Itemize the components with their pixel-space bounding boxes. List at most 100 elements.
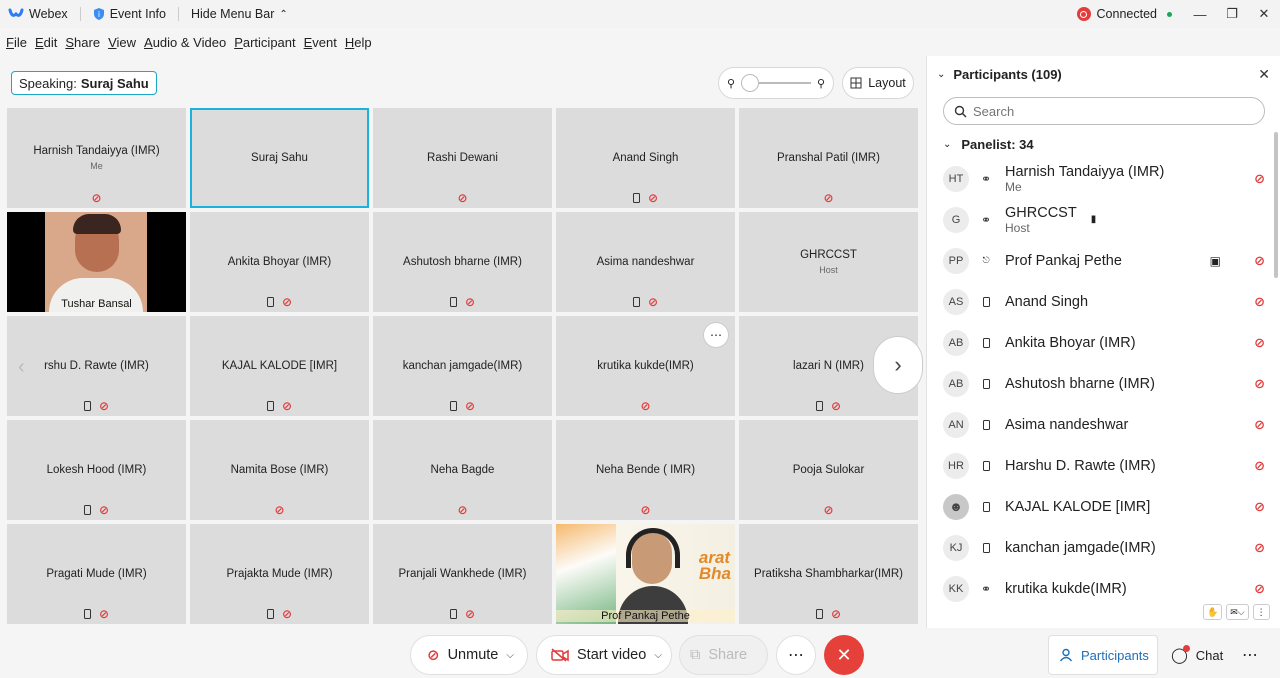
previous-page-icon[interactable]: ‹ <box>18 356 25 379</box>
menu-participant[interactable]: Participant <box>234 35 295 50</box>
raise-hand-button[interactable]: ✋ <box>1203 604 1223 620</box>
participant-row[interactable]: HR Harshu D. Rawte (IMR) ⊘ <box>943 445 1265 486</box>
menu-help[interactable]: Help <box>345 35 372 50</box>
start-video-button[interactable]: Start video ⌵ <box>536 635 672 675</box>
participant-name: KAJAL KALODE [IMR] <box>1005 498 1151 515</box>
video-tile[interactable]: Pooja Sulokar ⊘ <box>739 420 918 520</box>
video-tile[interactable]: KAJAL KALODE [IMR] ⊘ <box>190 316 369 416</box>
collapse-chevron-icon[interactable]: ⌄ <box>937 69 945 80</box>
tile-status: ⊘ <box>556 296 735 308</box>
video-tile[interactable]: Namita Bose (IMR) ⊘ <box>190 420 369 520</box>
video-feed <box>45 212 147 312</box>
video-tile[interactable]: GHRCCST Host <box>739 212 918 312</box>
mic-muted-icon[interactable]: ⊘ <box>1254 540 1265 556</box>
panelist-section-header[interactable]: ⌄ Panelist: 34 <box>943 137 1034 152</box>
minimize-button[interactable]: — <box>1184 0 1216 28</box>
participant-row[interactable]: AN Asima nandeshwar ⊘ <box>943 404 1265 445</box>
participant-row[interactable]: HT ⚭ Harnish Tandaiyya (IMR) Me ⊘ <box>943 158 1265 199</box>
panel-scrollbar[interactable] <box>1274 132 1278 278</box>
mic-muted-icon[interactable]: ⊘ <box>1254 253 1265 269</box>
video-tile[interactable]: Lokesh Hood (IMR) ⊘ <box>7 420 186 520</box>
panel-header: ⌄ Participants (109) <box>937 67 1062 82</box>
mic-muted-icon[interactable]: ⊘ <box>1254 581 1265 597</box>
menu-edit[interactable]: Edit <box>35 35 57 50</box>
next-page-button[interactable]: › <box>873 336 923 394</box>
video-tile[interactable]: rshu D. Rawte (IMR) ⊘ <box>7 316 186 416</box>
tile-name: Tushar Bansal <box>61 298 132 310</box>
video-tile-live[interactable]: arat Bha Prof Pankaj Pethe <box>556 524 735 624</box>
menu-share[interactable]: Share <box>65 35 100 50</box>
mic-muted-icon[interactable]: ⊘ <box>1254 335 1265 351</box>
mic-muted-icon: ⊘ <box>464 295 476 309</box>
menu-audio-video[interactable]: Audio & Video <box>144 35 226 50</box>
tile-name: Rashi Dewani <box>427 152 498 164</box>
mic-muted-icon[interactable]: ⊘ <box>1254 171 1265 187</box>
mic-muted-icon: ⊘ <box>830 607 842 621</box>
video-tile-live[interactable]: Tushar Bansal <box>7 212 186 312</box>
unmute-button[interactable]: ⊘ Unmute ⌵ <box>410 635 528 675</box>
participant-row[interactable]: ☻ KAJAL KALODE [IMR] ⊘ <box>943 486 1265 527</box>
video-tile[interactable]: Prajakta Mude (IMR) ⊘ <box>190 524 369 624</box>
zoom-slider[interactable] <box>741 74 811 92</box>
reactions-button[interactable]: ✉⌵ <box>1226 604 1249 620</box>
layout-button[interactable]: Layout <box>842 67 914 99</box>
connection-status[interactable]: Connected <box>1065 7 1184 21</box>
chat-toggle-button[interactable]: ◯ Chat <box>1160 635 1228 675</box>
video-tile[interactable]: Pranjali Wankhede (IMR) ⊘ <box>373 524 552 624</box>
menu-view[interactable]: View <box>108 35 136 50</box>
chevron-down-icon[interactable]: ⌵ <box>654 650 662 661</box>
video-tile[interactable]: Ankita Bhoyar (IMR) ⊘ <box>190 212 369 312</box>
mic-muted-icon[interactable]: ⊘ <box>1254 458 1265 474</box>
chevron-down-icon[interactable]: ⌵ <box>506 650 514 661</box>
leave-meeting-button[interactable]: ✕ <box>824 635 864 675</box>
share-icon: ⧉ <box>690 647 701 663</box>
mic-muted-icon[interactable]: ⊘ <box>1254 499 1265 515</box>
panel-more-button[interactable]: ⋯ <box>1230 635 1270 675</box>
tile-more-options-button[interactable]: ⋯ <box>703 322 729 348</box>
mic-muted-icon[interactable]: ⊘ <box>1254 376 1265 392</box>
zoom-in-icon[interactable]: ⚲ <box>817 77 825 90</box>
zoom-slider-knob[interactable] <box>741 74 760 92</box>
layout-grid-icon <box>850 77 862 89</box>
maximize-button[interactable]: ❐ <box>1216 0 1248 28</box>
video-tile[interactable]: Neha Bagde ⊘ <box>373 420 552 520</box>
video-tile[interactable]: Ashutosh bharne (IMR) ⊘ <box>373 212 552 312</box>
mic-muted-icon[interactable]: ⊘ <box>1254 417 1265 433</box>
share-button[interactable]: ⧉ Share <box>679 635 768 675</box>
video-tile[interactable]: Rashi Dewani ⊘ <box>373 108 552 208</box>
video-tile[interactable]: Harnish Tandaiyya (IMR) Me ⊘ <box>7 108 186 208</box>
more-options-button[interactable]: ⋯ <box>776 635 816 675</box>
participants-toggle-button[interactable]: Participants <box>1048 635 1158 675</box>
event-info-button[interactable]: i Event Info <box>81 0 178 28</box>
video-tile[interactable]: Pratiksha Shambharkar(IMR) ⊘ <box>739 524 918 624</box>
mic-muted-icon[interactable]: ⊘ <box>1254 294 1265 310</box>
menu-file[interactable]: File <box>6 35 27 50</box>
video-tile[interactable]: Neha Bende ( IMR) ⊘ <box>556 420 735 520</box>
participant-row[interactable]: AB Ankita Bhoyar (IMR) ⊘ <box>943 322 1265 363</box>
menu-event[interactable]: Event <box>304 35 337 50</box>
participant-row[interactable]: KK ⚭ krutika kukde(IMR) ⊘ <box>943 568 1265 604</box>
close-panel-icon[interactable]: ✕ <box>1258 66 1270 83</box>
close-window-button[interactable]: ✕ <box>1248 0 1280 28</box>
tile-name: Pranjali Wankhede (IMR) <box>398 568 527 580</box>
tile-sub: Host <box>819 265 838 275</box>
participant-row[interactable]: AS Anand Singh ⊘ <box>943 281 1265 322</box>
phone-icon <box>975 542 997 553</box>
zoom-out-icon[interactable]: ⚲ <box>727 77 735 90</box>
participant-info: Ashutosh bharne (IMR) <box>1005 376 1155 392</box>
participant-row[interactable]: G ⚭ GHRCCST Host ▮ <box>943 199 1265 240</box>
participant-search[interactable] <box>943 97 1265 125</box>
panel-options-button[interactable]: ⋮ <box>1252 604 1270 620</box>
video-tile[interactable]: Pragati Mude (IMR) ⊘ <box>7 524 186 624</box>
hide-menu-bar-button[interactable]: Hide Menu Bar ⌃ <box>179 0 300 28</box>
video-tile[interactable]: Pranshal Patil (IMR) ⊘ <box>739 108 918 208</box>
video-tile-active-speaker[interactable]: Suraj Sahu <box>190 108 369 208</box>
video-tile[interactable]: Asima nandeshwar ⊘ <box>556 212 735 312</box>
video-tile[interactable]: kanchan jamgade(IMR) ⊘ <box>373 316 552 416</box>
participant-row[interactable]: PP ⎋ Prof Pankaj Pethe ▣ ⊘ <box>943 240 1265 281</box>
search-input[interactable] <box>973 103 1233 119</box>
participant-row[interactable]: KJ kanchan jamgade(IMR) ⊘ <box>943 527 1265 568</box>
participant-row[interactable]: AB Ashutosh bharne (IMR) ⊘ <box>943 363 1265 404</box>
video-tile[interactable]: Anand Singh ⊘ <box>556 108 735 208</box>
tile-status: ⊘ <box>373 400 552 412</box>
